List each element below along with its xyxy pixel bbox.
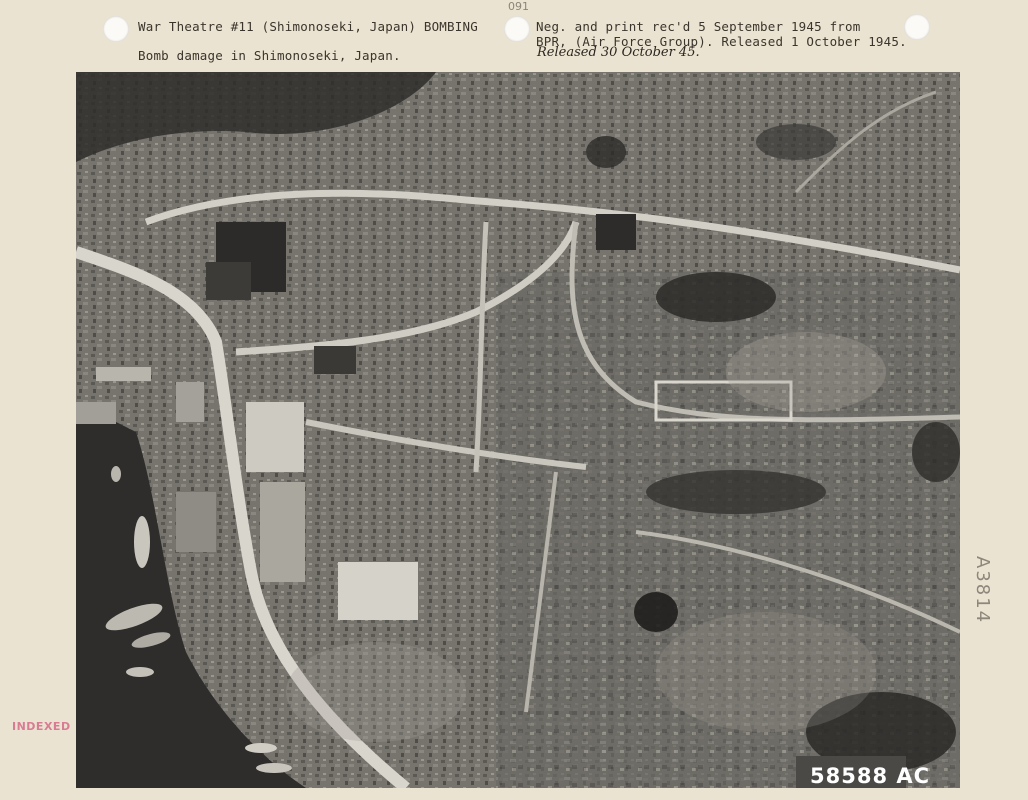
punch-hole-left: [103, 16, 129, 42]
indexed-stamp: INDEXED: [12, 720, 71, 733]
print-card: War Theatre #11 (Shimonoseki, Japan) BOM…: [0, 0, 1028, 800]
aerial-photo-image: [76, 72, 960, 788]
punch-hole-right: [904, 14, 930, 40]
caption-title: War Theatre #11 (Shimonoseki, Japan) BOM…: [138, 19, 478, 34]
negative-receipt-line-1: Neg. and print rec'd 5 September 1945 fr…: [536, 19, 861, 34]
caption-description: Bomb damage in Shimonoseki, Japan.: [138, 48, 401, 63]
handwritten-release-date: Released 30 October 45.: [537, 45, 700, 60]
punch-hole-center: [504, 16, 530, 42]
negative-number: 58588 AC: [810, 764, 931, 788]
aerial-photograph: 58588 AC: [76, 72, 960, 788]
pencil-mark: 091: [508, 0, 529, 13]
archive-code: A3814: [972, 556, 993, 625]
